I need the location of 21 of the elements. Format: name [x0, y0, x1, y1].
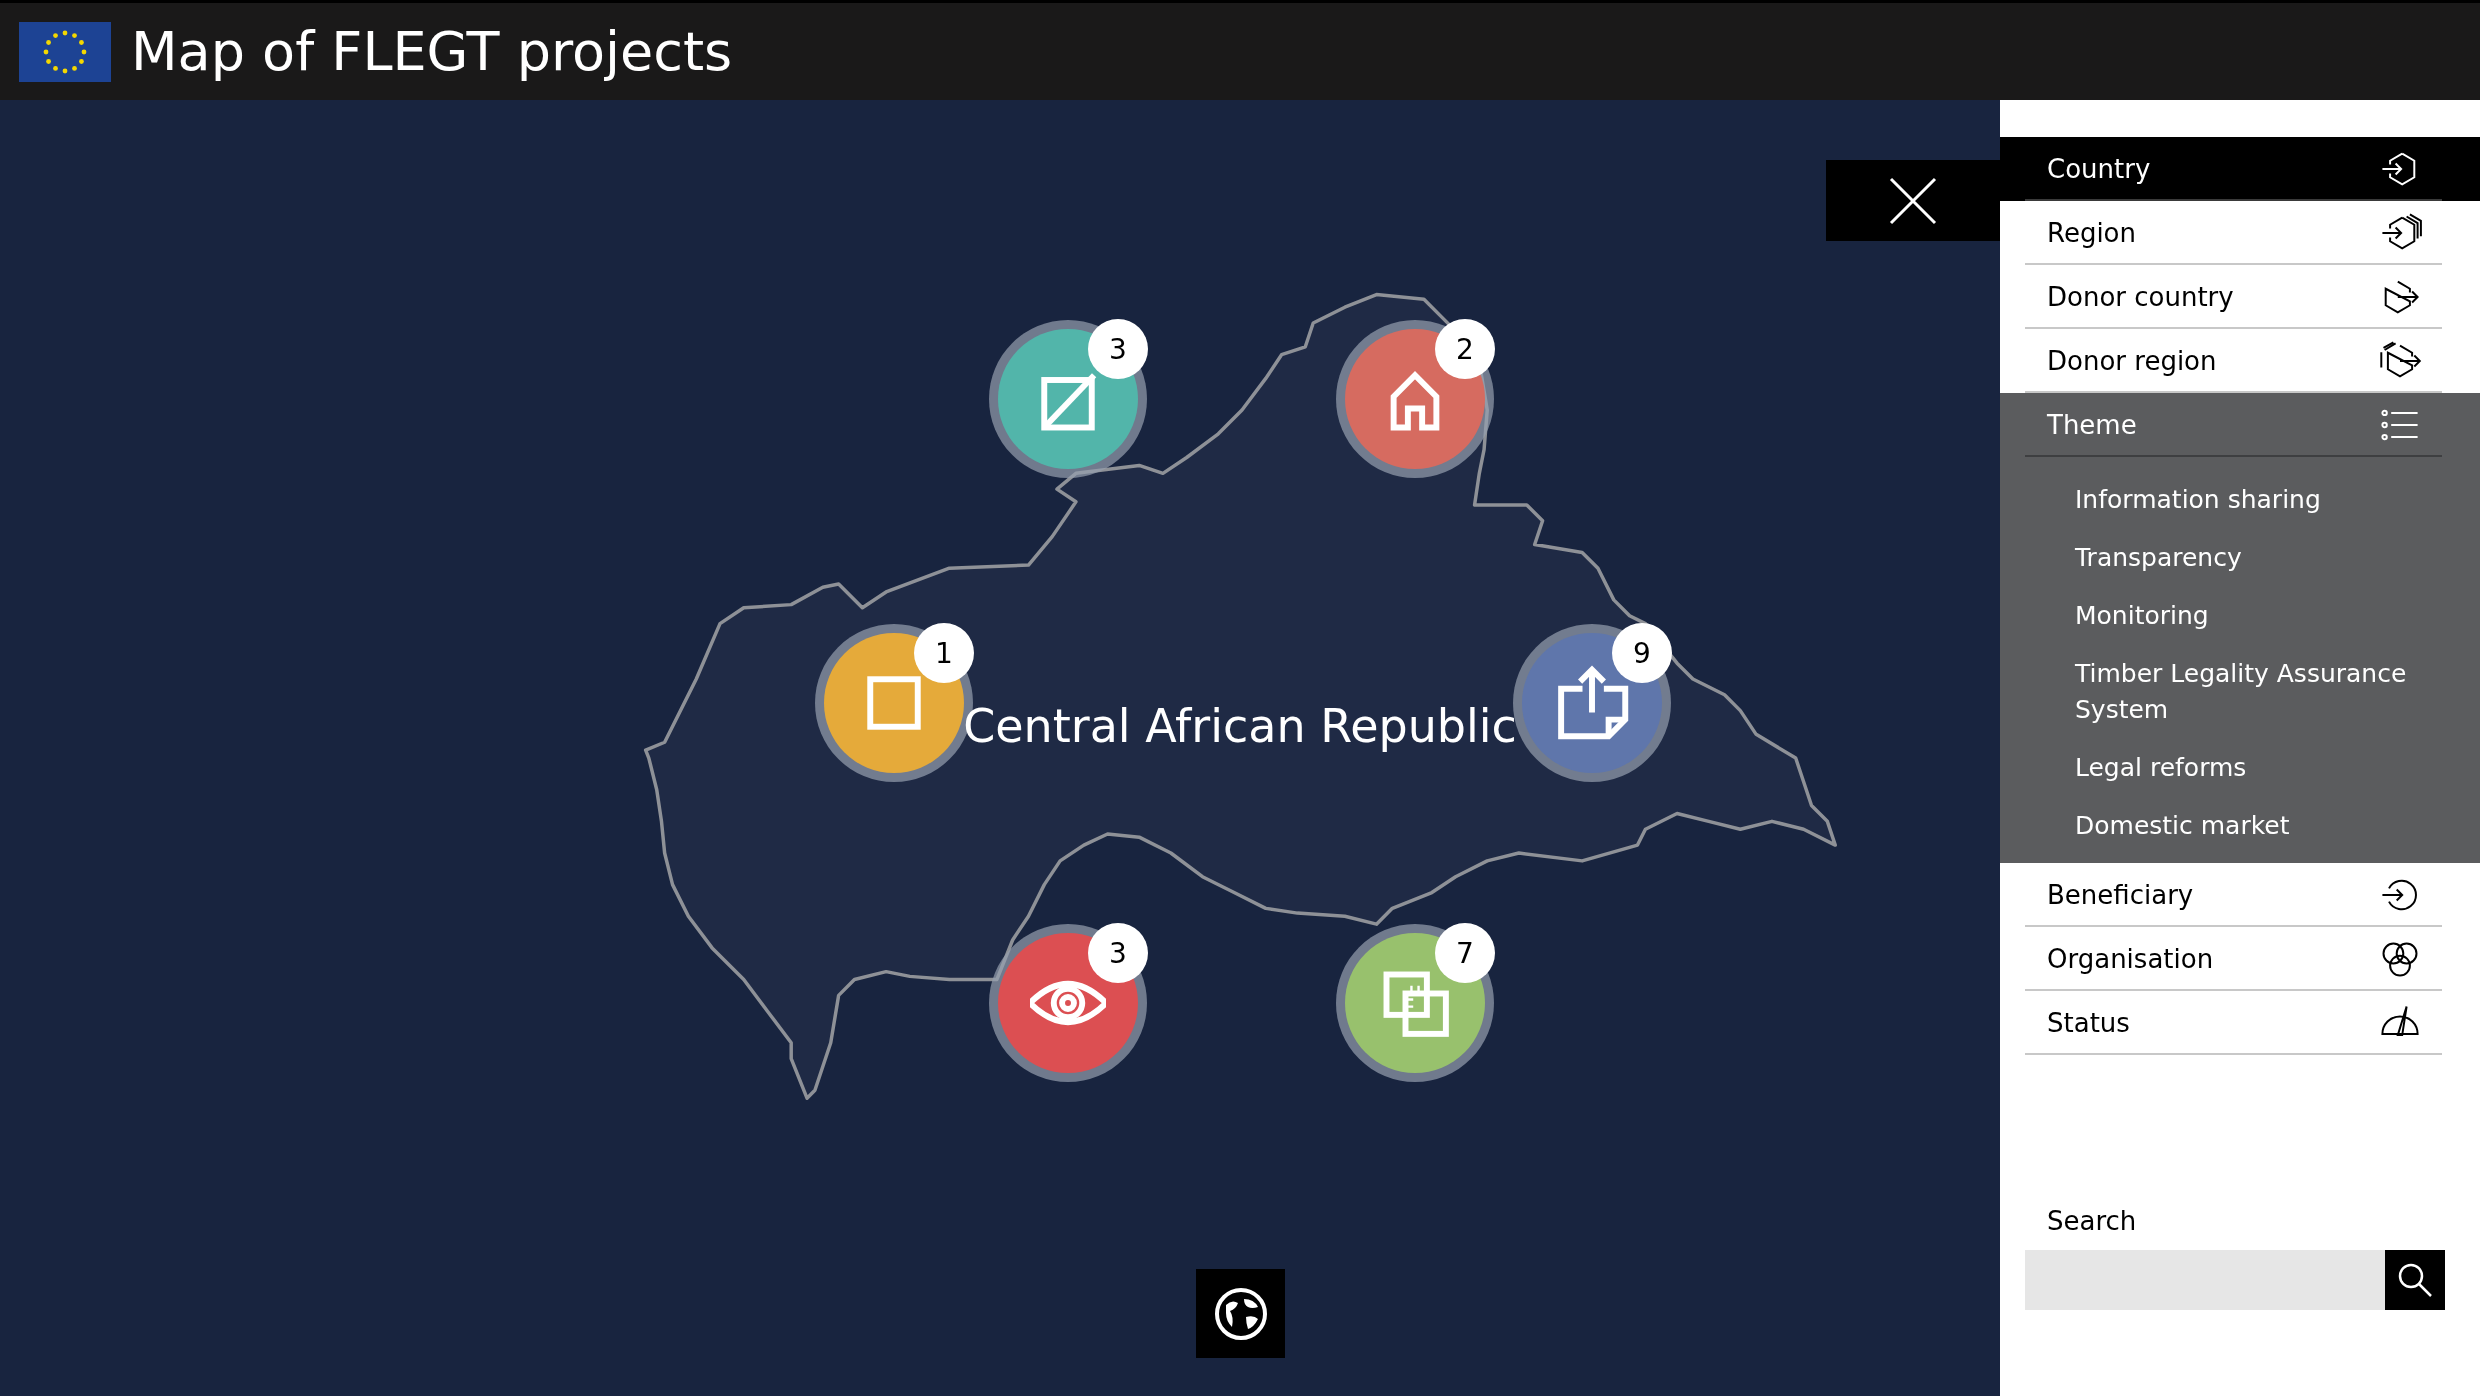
count-badge: 3 — [1088, 923, 1148, 983]
globe-icon — [1213, 1286, 1268, 1341]
theme-option[interactable]: Domestic market — [2075, 797, 2440, 855]
globe-button[interactable] — [1196, 1269, 1285, 1358]
count-badge: 7 — [1435, 923, 1495, 983]
search-field[interactable] — [2025, 1250, 2385, 1310]
page-title: Map of FLEGT projects — [131, 20, 733, 83]
theme-option[interactable]: Information sharing — [2075, 471, 2440, 529]
search-button[interactable] — [2385, 1250, 2445, 1310]
search-icon — [2396, 1261, 2434, 1299]
filter-item[interactable]: Country — [2000, 137, 2480, 201]
theme-option[interactable]: Timber Legality Assurance System — [2075, 645, 2440, 739]
eu-flag-icon — [19, 21, 111, 82]
country-label: Central African Republic — [963, 699, 1517, 753]
theme-option[interactable]: Transparency — [2075, 529, 2440, 587]
theme-option[interactable]: Monitoring — [2075, 587, 2440, 645]
theme-option[interactable]: Legal reforms — [2075, 739, 2440, 797]
close-button[interactable] — [1826, 160, 2000, 241]
count-badge: 3 — [1088, 319, 1148, 379]
search-label: Search — [2047, 1206, 2138, 1236]
close-icon — [1889, 176, 1937, 225]
